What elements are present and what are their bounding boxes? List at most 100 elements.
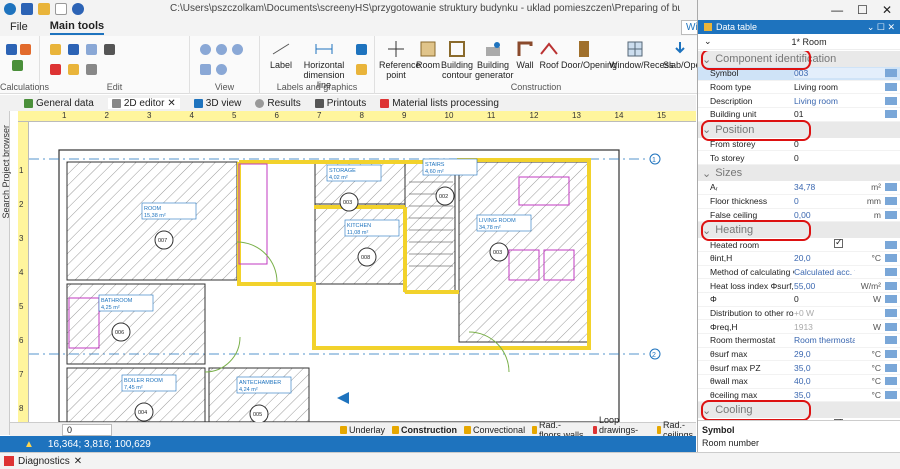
minimize-icon[interactable]: — bbox=[831, 3, 843, 17]
close-icon[interactable]: ✕ bbox=[882, 3, 892, 17]
undo-icon[interactable] bbox=[72, 3, 84, 15]
room-area-room[interactable] bbox=[66, 161, 238, 281]
edit-icon[interactable] bbox=[885, 154, 897, 162]
edit-icon[interactable] bbox=[885, 350, 897, 359]
chevron-down-icon[interactable]: ⌄ bbox=[698, 36, 712, 47]
zoom-out-icon[interactable] bbox=[216, 44, 227, 55]
room-area-kitchen[interactable] bbox=[314, 203, 406, 285]
property-row[interactable]: Room thermostat Room thermostat basic / bbox=[698, 334, 900, 348]
property-value[interactable]: 0 bbox=[794, 153, 885, 163]
zoom-in-icon[interactable] bbox=[200, 44, 211, 55]
building-contour-button[interactable]: Building contour bbox=[441, 40, 473, 80]
mirror-icon[interactable] bbox=[86, 64, 97, 75]
edit-icon[interactable] bbox=[885, 377, 897, 386]
chevron-down-icon[interactable]: ⌄ bbox=[702, 123, 711, 136]
edit-icon[interactable] bbox=[885, 83, 897, 92]
checkbox[interactable] bbox=[834, 239, 843, 249]
section-cooling[interactable]: ⌄ Cooling bbox=[698, 400, 900, 420]
data-table-header-controls[interactable]: ⌄ ☐ ✕ bbox=[867, 22, 900, 33]
edit-icon[interactable] bbox=[885, 267, 897, 276]
property-value[interactable]: 0,00 bbox=[794, 210, 855, 220]
section-position[interactable]: ⌄ Position bbox=[698, 119, 900, 141]
calc-icon[interactable] bbox=[6, 44, 17, 55]
image-icon[interactable] bbox=[356, 64, 367, 75]
label-button[interactable]: Label bbox=[266, 40, 296, 70]
edit-icon[interactable] bbox=[885, 295, 897, 304]
property-row[interactable]: Φ 0 W bbox=[698, 293, 900, 307]
room-button[interactable]: Room bbox=[415, 40, 441, 70]
menu-main-tools[interactable]: Main tools bbox=[49, 20, 105, 35]
save-icon[interactable] bbox=[21, 3, 33, 15]
property-value[interactable]: 35,0 bbox=[794, 390, 855, 400]
edit-icon[interactable] bbox=[885, 254, 897, 263]
paste-icon[interactable] bbox=[50, 44, 61, 55]
roof-button[interactable]: Roof bbox=[537, 40, 561, 70]
tab-project-browser[interactable]: Project browser bbox=[1, 125, 11, 188]
property-row[interactable]: Distribution to other room+0 W bbox=[698, 307, 900, 321]
building-generator-button[interactable]: Building generator bbox=[475, 40, 514, 80]
edit-icon[interactable] bbox=[885, 391, 897, 400]
edit-icon[interactable] bbox=[885, 140, 897, 148]
edit-icon[interactable] bbox=[885, 240, 897, 249]
property-value[interactable]: 0 bbox=[794, 294, 855, 304]
tab-search[interactable]: Search bbox=[1, 190, 11, 219]
property-row[interactable]: Method of calculating ΦhCalculated acc. … bbox=[698, 266, 900, 280]
slab-opening-button[interactable]: Slab/Opei bbox=[663, 40, 703, 70]
property-value[interactable]: 34,78 bbox=[794, 182, 855, 192]
property-value[interactable]: Living room bbox=[794, 96, 885, 106]
scroll-left-arrow[interactable] bbox=[337, 392, 349, 404]
property-row[interactable]: θsurf max 29,0 °C bbox=[698, 348, 900, 362]
window-recess-button[interactable]: Window/Recess bbox=[609, 40, 674, 70]
property-value[interactable]: +0 W bbox=[794, 308, 855, 318]
maximize-icon[interactable]: ☐ bbox=[857, 3, 868, 17]
chevron-down-icon[interactable]: ⌄ bbox=[702, 167, 711, 180]
property-value[interactable]: 20,0 bbox=[794, 253, 855, 263]
align-icon[interactable] bbox=[104, 44, 115, 55]
property-value[interactable]: 55,00 bbox=[794, 281, 855, 291]
menu-file[interactable]: File bbox=[10, 21, 28, 33]
chevron-down-icon[interactable]: ⌄ bbox=[702, 404, 711, 417]
edit-icon[interactable] bbox=[885, 210, 897, 219]
drawing-canvas[interactable]: 1 2 ROOM 15,38 m² 007 STORAGE 4,02 m² 00… bbox=[29, 122, 696, 422]
diagnostics-close-icon[interactable]: ✕ bbox=[74, 456, 82, 467]
reference-point-button[interactable]: Reference point bbox=[379, 40, 421, 80]
edit-icon[interactable] bbox=[885, 281, 897, 290]
property-value[interactable]: 35,0 bbox=[794, 363, 855, 373]
chevron-down-icon[interactable]: ⌄ bbox=[702, 53, 711, 66]
rename-icon[interactable] bbox=[68, 64, 79, 75]
edit-icon[interactable] bbox=[885, 197, 897, 206]
tab-results[interactable]: Results bbox=[255, 98, 301, 109]
tab-general-data[interactable]: General data bbox=[24, 98, 94, 109]
edit-icon[interactable] bbox=[885, 110, 897, 119]
calc-run-icon[interactable] bbox=[20, 44, 31, 55]
edit-icon[interactable] bbox=[885, 336, 897, 345]
property-row[interactable]: Description Living room bbox=[698, 94, 900, 109]
section-sizes[interactable]: ⌄ Sizes bbox=[698, 165, 900, 182]
property-value[interactable]: 40,0 bbox=[794, 376, 855, 386]
property-value[interactable]: 003 bbox=[794, 68, 885, 79]
property-value[interactable]: 0 bbox=[794, 196, 855, 206]
edit-icon[interactable] bbox=[885, 96, 897, 105]
close-tab-icon[interactable]: ✕ bbox=[167, 98, 175, 109]
move-icon[interactable] bbox=[86, 44, 97, 55]
edit-icon[interactable] bbox=[885, 183, 897, 192]
text-icon[interactable] bbox=[356, 44, 367, 55]
warning-icon[interactable]: ▲ bbox=[24, 439, 34, 450]
property-value[interactable]: 0 bbox=[794, 139, 885, 149]
property-row[interactable]: θwall max 40,0 °C bbox=[698, 375, 900, 389]
tab-2d-editor[interactable]: 2D editor ✕ bbox=[107, 97, 180, 109]
property-value[interactable]: 01 bbox=[794, 109, 885, 119]
floor-plan[interactable]: 1 2 ROOM15,38 m²007STORAGE4,02 m²003STAI… bbox=[29, 122, 696, 422]
tab-material-lists[interactable]: Material lists processing bbox=[380, 98, 499, 109]
section-component[interactable]: ⌄ Component identification bbox=[698, 51, 900, 70]
chevron-down-icon[interactable]: ⌄ bbox=[702, 224, 711, 237]
property-row[interactable]: Aᵣ 34,78 m² bbox=[698, 181, 900, 195]
property-row[interactable]: θsurf max PZ 35,0 °C bbox=[698, 361, 900, 376]
calc-check-icon[interactable] bbox=[12, 60, 23, 71]
property-row[interactable]: Heat loss index Φsurf,H 55,00 W/m² bbox=[698, 279, 900, 293]
section-heating[interactable]: ⌄ Heating bbox=[698, 220, 900, 242]
edit-icon[interactable] bbox=[885, 322, 897, 331]
property-value[interactable]: 1913 bbox=[794, 322, 855, 332]
zoom-field[interactable]: 0 bbox=[62, 423, 112, 436]
wall-button[interactable]: Wall bbox=[513, 40, 537, 70]
